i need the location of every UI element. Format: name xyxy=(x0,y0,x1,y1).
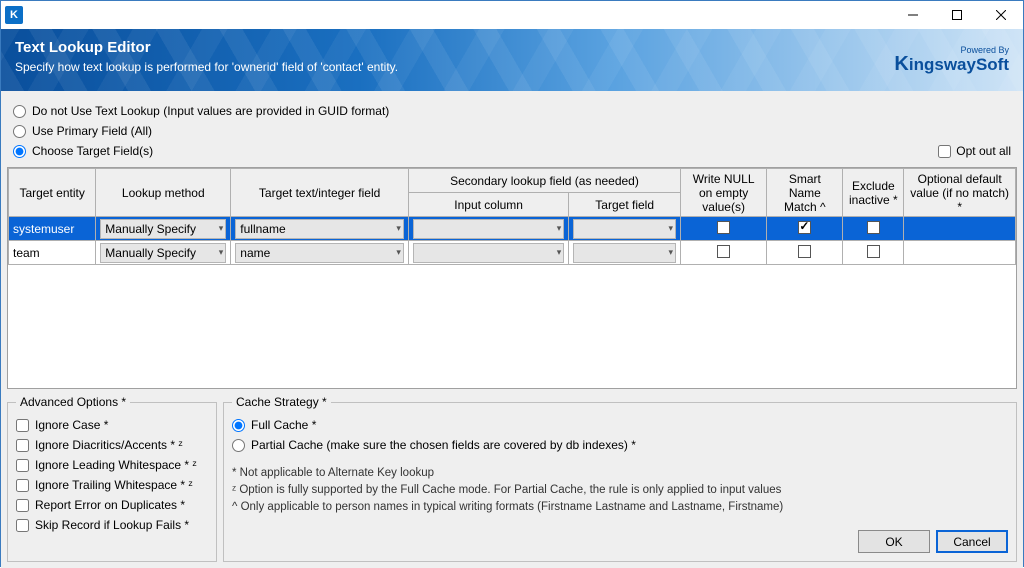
cache-strategy-legend: Cache Strategy * xyxy=(232,395,331,409)
th-target-entity: Target entity xyxy=(9,169,96,217)
cell-secondary-target[interactable]: ▾ xyxy=(573,243,676,263)
advanced-option-checkbox[interactable]: Report Error on Duplicates * xyxy=(16,495,208,515)
radio-choose-target-fields[interactable]: Choose Target Field(s) xyxy=(7,141,159,161)
chevron-down-icon: ▾ xyxy=(396,247,401,258)
advanced-option-checkbox[interactable]: Ignore Case * xyxy=(16,415,208,435)
cell-write-null-checkbox[interactable] xyxy=(717,221,730,234)
chevron-down-icon: ▾ xyxy=(219,247,224,258)
advanced-option-checkbox[interactable]: Ignore Trailing Whitespace * ᶻ xyxy=(16,475,208,495)
header-banner: Text Lookup Editor Specify how text look… xyxy=(1,29,1023,91)
radio-full-cache[interactable]: Full Cache * xyxy=(232,415,1008,435)
cache-strategy-group: Cache Strategy * Full Cache * Partial Ca… xyxy=(223,395,1017,562)
th-lookup-method: Lookup method xyxy=(96,169,231,217)
page-title: Text Lookup Editor xyxy=(15,39,398,56)
close-button[interactable] xyxy=(979,1,1023,29)
chevron-down-icon: ▾ xyxy=(668,247,673,258)
maximize-button[interactable] xyxy=(935,1,979,29)
cell-exclude-inactive-checkbox[interactable] xyxy=(867,245,880,258)
advanced-option-checkbox[interactable]: Ignore Diacritics/Accents * ᶻ xyxy=(16,435,208,455)
cell-lookup-method[interactable]: Manually Specify▾ xyxy=(100,219,226,239)
th-input-column: Input column xyxy=(408,193,568,217)
cell-input-column[interactable]: ▾ xyxy=(413,219,564,239)
cell-secondary-target[interactable]: ▾ xyxy=(573,219,676,239)
cell-input-column[interactable]: ▾ xyxy=(413,243,564,263)
cell-target-field[interactable]: fullname▾ xyxy=(235,219,404,239)
chevron-down-icon: ▾ xyxy=(557,247,562,258)
cell-smart-name-checkbox[interactable] xyxy=(798,221,811,234)
advanced-option-checkbox[interactable]: Skip Record if Lookup Fails * xyxy=(16,515,208,535)
cell-optional-default[interactable] xyxy=(904,241,1016,265)
th-exclude-inactive: Exclude inactive * xyxy=(843,169,904,217)
chevron-down-icon: ▾ xyxy=(219,223,224,234)
window-titlebar: K xyxy=(1,1,1023,29)
th-smart-name: Smart Name Match ^ xyxy=(767,169,843,217)
table-row[interactable]: systemuserManually Specify▾fullname▾▾▾ xyxy=(9,217,1016,241)
radio-use-primary-field[interactable]: Use Primary Field (All) xyxy=(7,121,1017,141)
chevron-down-icon: ▾ xyxy=(668,223,673,234)
th-target-field: Target text/integer field xyxy=(231,169,409,217)
ok-button[interactable]: OK xyxy=(858,530,930,553)
radio-no-text-lookup[interactable]: Do not Use Text Lookup (Input values are… xyxy=(7,101,1017,121)
th-write-null: Write NULL on empty value(s) xyxy=(680,169,766,217)
cell-lookup-method[interactable]: Manually Specify▾ xyxy=(100,243,226,263)
advanced-option-checkbox[interactable]: Ignore Leading Whitespace * ᶻ xyxy=(16,455,208,475)
th-secondary-group: Secondary lookup field (as needed) xyxy=(408,169,680,193)
opt-out-all-checkbox[interactable]: Opt out all xyxy=(932,141,1017,161)
cancel-button[interactable]: Cancel xyxy=(936,530,1008,553)
table-row[interactable]: teamManually Specify▾name▾▾▾ xyxy=(9,241,1016,265)
minimize-button[interactable] xyxy=(891,1,935,29)
cell-target-entity[interactable]: systemuser xyxy=(9,217,96,241)
cell-smart-name-checkbox[interactable] xyxy=(798,245,811,258)
brand-logo: Powered By KingswaySoft xyxy=(894,45,1009,76)
advanced-options-group: Advanced Options * Ignore Case *Ignore D… xyxy=(7,395,217,562)
cell-exclude-inactive-checkbox[interactable] xyxy=(867,221,880,234)
footnotes: * Not applicable to Alternate Key lookup… xyxy=(232,467,1008,513)
target-fields-table: Target entity Lookup method Target text/… xyxy=(7,167,1017,389)
cell-target-entity[interactable]: team xyxy=(9,241,96,265)
th-secondary-target: Target field xyxy=(569,193,681,217)
cell-target-field[interactable]: name▾ xyxy=(235,243,404,263)
advanced-options-legend: Advanced Options * xyxy=(16,395,130,409)
chevron-down-icon: ▾ xyxy=(396,223,401,234)
chevron-down-icon: ▾ xyxy=(557,223,562,234)
cell-write-null-checkbox[interactable] xyxy=(717,245,730,258)
cell-optional-default[interactable] xyxy=(904,217,1016,241)
th-optional-default: Optional default value (if no match) * xyxy=(904,169,1016,217)
app-icon: K xyxy=(5,6,23,24)
page-subtitle: Specify how text lookup is performed for… xyxy=(15,60,398,74)
radio-partial-cache[interactable]: Partial Cache (make sure the chosen fiel… xyxy=(232,435,1008,455)
